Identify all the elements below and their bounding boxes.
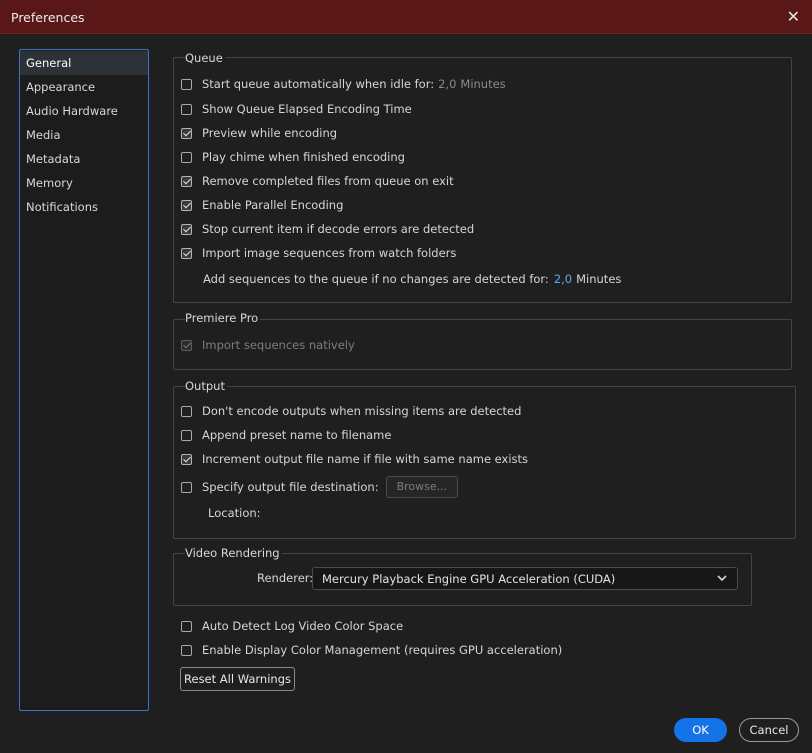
append-preset-label: Append preset name to filename bbox=[202, 428, 392, 442]
auto-detect-log-checkbox[interactable] bbox=[181, 620, 192, 632]
premiere-group-title: Premiere Pro bbox=[185, 311, 261, 325]
sidebar-item-memory[interactable]: Memory bbox=[20, 171, 148, 195]
import-natively-row: Import sequences natively bbox=[181, 337, 355, 353]
play-chime-checkbox[interactable] bbox=[181, 151, 192, 163]
add-sequences-row: Add sequences to the queue if no changes… bbox=[203, 271, 621, 287]
display-color-mgmt-row: Enable Display Color Management (require… bbox=[181, 642, 562, 658]
import-watch-checkbox[interactable] bbox=[181, 247, 192, 259]
renderer-label: Renderer: bbox=[257, 571, 314, 585]
preview-encoding-checkbox[interactable] bbox=[181, 127, 192, 139]
preferences-sidebar: General Appearance Audio Hardware Media … bbox=[19, 49, 149, 711]
dont-encode-missing-checkbox[interactable] bbox=[181, 405, 192, 417]
reset-all-warnings-button[interactable]: Reset All Warnings bbox=[180, 667, 295, 691]
window-title: Preferences bbox=[11, 10, 85, 25]
renderer-selected-value: Mercury Playback Engine GPU Acceleration… bbox=[322, 572, 616, 586]
show-elapsed-checkbox[interactable] bbox=[181, 103, 192, 115]
queue-group-title: Queue bbox=[185, 51, 225, 65]
show-elapsed-label: Show Queue Elapsed Encoding Time bbox=[202, 102, 412, 116]
increment-name-row: Increment output file name if file with … bbox=[181, 451, 528, 467]
title-bar: Preferences ✕ bbox=[0, 0, 812, 34]
sidebar-item-appearance[interactable]: Appearance bbox=[20, 75, 148, 99]
display-color-mgmt-label: Enable Display Color Management (require… bbox=[202, 643, 563, 657]
increment-name-checkbox[interactable] bbox=[181, 453, 192, 465]
append-preset-row: Append preset name to filename bbox=[181, 427, 391, 443]
import-natively-checkbox bbox=[181, 339, 192, 351]
stop-decode-errors-row: Stop current item if decode errors are d… bbox=[181, 221, 474, 237]
start-queue-auto-row: Start queue automatically when idle for:… bbox=[181, 76, 506, 92]
stop-decode-errors-checkbox[interactable] bbox=[181, 223, 192, 235]
location-label: Location: bbox=[208, 506, 261, 520]
remove-completed-label: Remove completed files from queue on exi… bbox=[202, 174, 454, 188]
ok-button[interactable]: OK bbox=[674, 718, 727, 742]
dont-encode-missing-label: Don't encode outputs when missing items … bbox=[202, 404, 522, 418]
remove-completed-checkbox[interactable] bbox=[181, 175, 192, 187]
dont-encode-missing-row: Don't encode outputs when missing items … bbox=[181, 403, 521, 419]
parallel-encoding-row: Enable Parallel Encoding bbox=[181, 197, 343, 213]
import-natively-label: Import sequences natively bbox=[202, 338, 355, 352]
auto-detect-log-label: Auto Detect Log Video Color Space bbox=[202, 619, 404, 633]
play-chime-row: Play chime when finished encoding bbox=[181, 149, 405, 165]
increment-name-label: Increment output file name if file with … bbox=[202, 452, 529, 466]
import-watch-row: Import image sequences from watch folder… bbox=[181, 245, 456, 261]
output-group-title: Output bbox=[185, 379, 227, 393]
start-queue-auto-checkbox[interactable] bbox=[181, 78, 192, 90]
browse-button[interactable]: Browse... bbox=[385, 476, 459, 498]
start-queue-idle-value[interactable]: 2,0 bbox=[438, 77, 456, 91]
parallel-encoding-checkbox[interactable] bbox=[181, 199, 192, 211]
add-sequences-value[interactable]: 2,0 bbox=[554, 272, 572, 286]
sidebar-item-notifications[interactable]: Notifications bbox=[20, 195, 148, 219]
remove-completed-row: Remove completed files from queue on exi… bbox=[181, 173, 454, 189]
sidebar-item-metadata[interactable]: Metadata bbox=[20, 147, 148, 171]
chevron-down-icon bbox=[717, 575, 727, 582]
add-sequences-label: Add sequences to the queue if no changes… bbox=[203, 272, 549, 286]
auto-detect-log-row: Auto Detect Log Video Color Space bbox=[181, 618, 403, 634]
play-chime-label: Play chime when finished encoding bbox=[202, 150, 405, 164]
sidebar-item-general[interactable]: General bbox=[20, 51, 148, 75]
close-icon[interactable]: ✕ bbox=[787, 7, 800, 26]
stop-decode-errors-label: Stop current item if decode errors are d… bbox=[202, 222, 475, 236]
import-watch-label: Import image sequences from watch folder… bbox=[202, 246, 457, 260]
specify-destination-row: Specify output file destination: Browse.… bbox=[181, 476, 459, 498]
parallel-encoding-label: Enable Parallel Encoding bbox=[202, 198, 344, 212]
show-elapsed-row: Show Queue Elapsed Encoding Time bbox=[181, 101, 412, 117]
display-color-mgmt-checkbox[interactable] bbox=[181, 644, 192, 656]
video-rendering-group-title: Video Rendering bbox=[185, 546, 282, 560]
add-sequences-unit: Minutes bbox=[576, 272, 622, 286]
start-queue-idle-unit: Minutes bbox=[460, 77, 506, 91]
start-queue-auto-label: Start queue automatically when idle for: bbox=[202, 77, 435, 91]
cancel-button[interactable]: Cancel bbox=[739, 718, 799, 742]
preview-encoding-row: Preview while encoding bbox=[181, 125, 337, 141]
sidebar-item-media[interactable]: Media bbox=[20, 123, 148, 147]
preview-encoding-label: Preview while encoding bbox=[202, 126, 338, 140]
sidebar-item-audio-hardware[interactable]: Audio Hardware bbox=[20, 99, 148, 123]
renderer-dropdown[interactable]: Mercury Playback Engine GPU Acceleration… bbox=[312, 567, 738, 590]
append-preset-checkbox[interactable] bbox=[181, 429, 192, 441]
specify-destination-label: Specify output file destination: bbox=[202, 480, 379, 494]
specify-destination-checkbox[interactable] bbox=[181, 481, 192, 493]
